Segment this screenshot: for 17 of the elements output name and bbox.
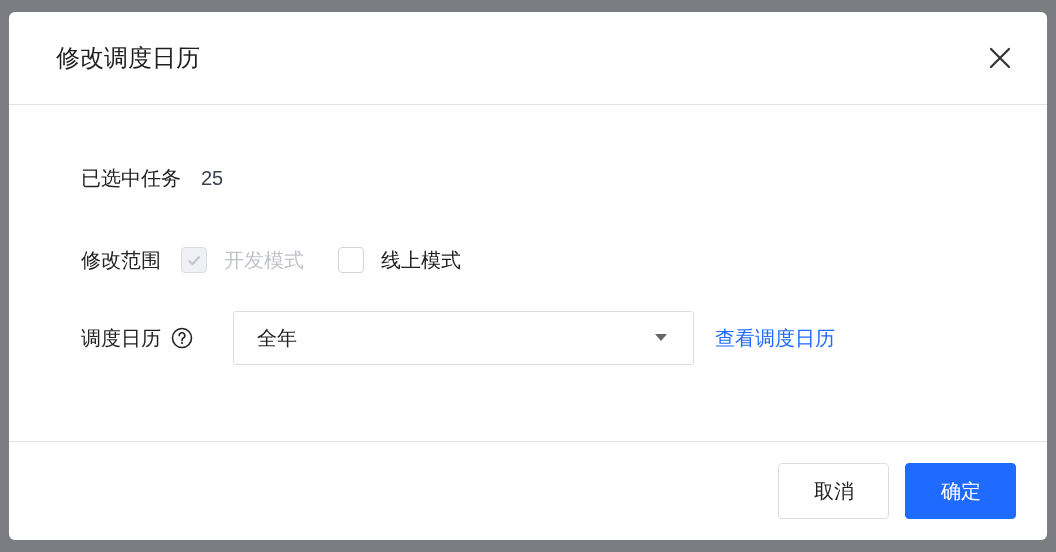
task-count: 25 xyxy=(201,166,224,190)
close-icon xyxy=(989,47,1011,69)
select-field[interactable]: 全年 xyxy=(233,311,694,365)
checkbox[interactable] xyxy=(338,247,364,273)
confirm-button[interactable]: 确定 xyxy=(905,463,1016,519)
select-value: 全年 xyxy=(257,325,297,351)
check-icon xyxy=(187,254,201,266)
field-label: 调度日历 xyxy=(81,325,161,351)
checkbox-label: 开发模式 xyxy=(224,247,304,273)
field-label: 修改范围 xyxy=(81,247,161,273)
dialog-title: 修改调度日历 xyxy=(56,43,200,73)
caret-icon xyxy=(655,334,667,342)
field-label: 已选中任务 xyxy=(81,165,181,191)
cancel-button[interactable]: 取消 xyxy=(778,463,889,519)
calendar-link[interactable]: 查看调度日历 xyxy=(715,324,835,352)
checkbox-label: 线上模式 xyxy=(381,247,461,273)
help-icon[interactable] xyxy=(171,327,193,349)
